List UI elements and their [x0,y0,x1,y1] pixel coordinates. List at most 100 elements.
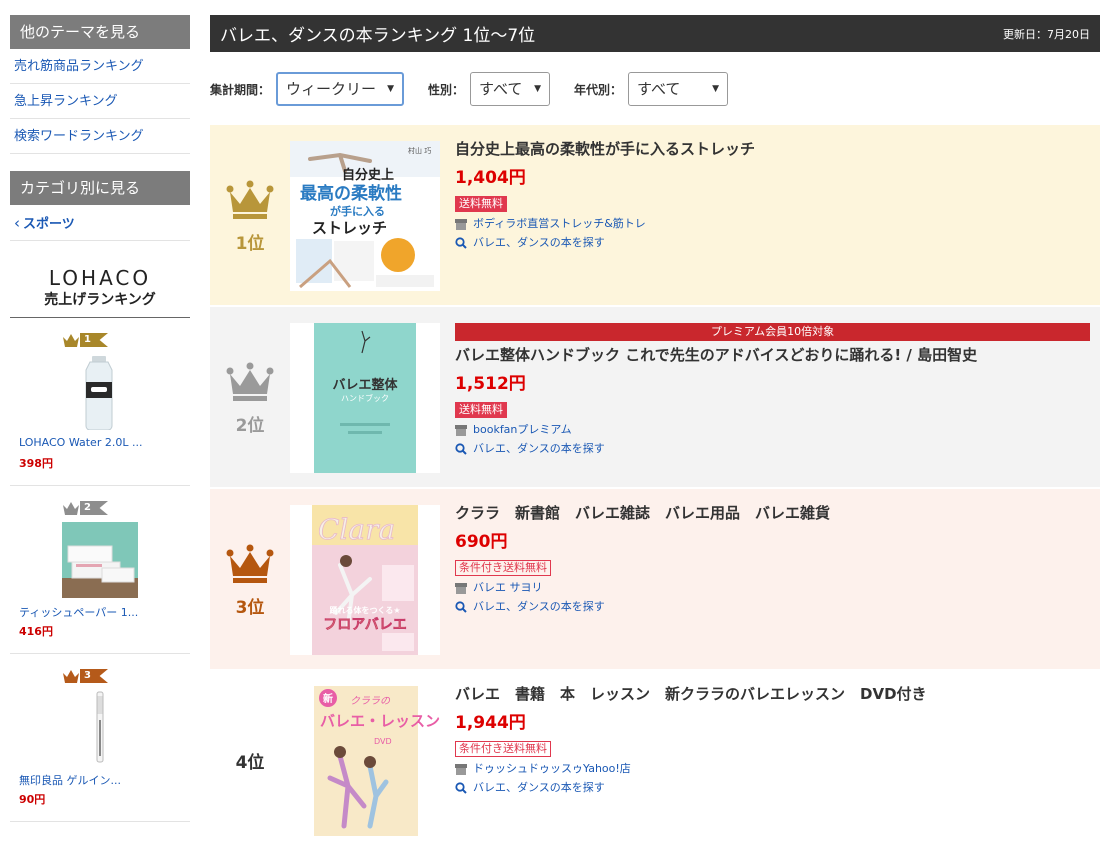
cover-title: バレエ整体 [332,377,398,393]
conditional-free-shipping-badge: 条件付き送料無料 [455,560,551,576]
crown-icon [63,502,79,515]
cover-line1: 自分史上 [342,167,394,183]
cover-caption: 踊れる体をつくる★ [329,605,400,615]
theme-heading: 他のテーマを見る [10,15,190,49]
store-icon [455,218,467,230]
store-link[interactable]: バレエ サヨリ [473,581,543,595]
dropdown-arrow-icon: ▼ [712,84,720,94]
premium-banner: プレミアム会員10倍対象 [455,323,1090,341]
lohaco-item-name[interactable]: ティッシュペーパー 1... [19,604,138,620]
age-select[interactable]: すべて ▼ [628,72,729,106]
main-content: バレエ、ダンスの本ランキング 1位〜7位 更新日：7月20日 集計期間： ウィー… [210,15,1100,843]
product-image-tissue [62,522,138,598]
product-price: 690円 [455,532,508,552]
search-row[interactable]: バレエ、ダンスの本を探す [455,442,1090,456]
search-genre-link[interactable]: バレエ、ダンスの本を探す [473,781,605,795]
cover-author: 村山 巧 [408,146,431,155]
store-link[interactable]: bookfanプレミアム [473,423,572,437]
lohaco-ranking-header[interactable]: LOHACO 売上げランキング [10,241,190,318]
gender-select[interactable]: すべて ▼ [470,72,551,106]
crown-icon [226,180,274,219]
cover-line4: ストレッチ [312,219,387,237]
cover-logo: Clara [318,513,395,546]
store-icon [455,763,467,775]
item-info: クララ 新書館 バレエ雑誌 バレエ用品 バレエ雑貨 690円 条件付き送料無料 … [455,503,1090,614]
search-row[interactable]: バレエ、ダンスの本を探す [455,236,1090,250]
lohaco-item-price: 90円 [19,793,46,806]
cover-line2: 最高の柔軟性 [300,183,402,204]
product-name-link[interactable]: バレエ 書籍 本 レッスン 新クララのバレエレッスン DVD付き [455,684,1090,704]
product-price: 1,404円 [455,168,526,188]
search-icon [455,601,467,613]
chevron-left-icon: ‹ [14,213,20,232]
lohaco-item-price: 416円 [19,625,53,638]
book-cover-clara[interactable]: Clara 踊れる体をつくる★ フロアバレエ [290,505,440,655]
search-genre-link[interactable]: バレエ、ダンスの本を探す [473,236,605,250]
product-name-link[interactable]: バレエ整体ハンドブック これで先生のアドバイスどおりに踊れる! / 島田智史 [455,345,1090,365]
rank-column: 1位 [210,125,290,305]
rank-column: 3位 [210,489,290,669]
lohaco-item-price: 398円 [19,457,53,470]
search-genre-link[interactable]: バレエ、ダンスの本を探す [473,442,605,456]
lohaco-item[interactable]: 3 無印良品 ゲルイン... 90円 [10,654,190,822]
lohaco-item[interactable]: 1 LOHACO Water 2.0L ... 398円 [10,318,190,486]
category-heading: カテゴリ別に見る [10,171,190,205]
page-title: バレエ、ダンスの本ランキング 1位〜7位 [220,26,536,46]
product-image-water [85,356,113,430]
link-rising-ranking[interactable]: 急上昇ランキング [10,84,190,119]
period-label: 集計期間： [210,82,271,97]
gender-select-value: すべて [479,80,523,98]
rank-number: 3 [80,669,108,683]
store-row[interactable]: バレエ サヨリ [455,581,1090,595]
search-icon [455,237,467,249]
lohaco-item-name[interactable]: LOHACO Water 2.0L ... [19,436,142,449]
store-icon [455,424,467,436]
item-info: 自分史上最高の柔軟性が手に入るストレッチ 1,404円 送料無料 ボディラボ直営… [455,139,1090,250]
age-select-value: すべて [637,80,681,98]
rank-badge: 1 [62,332,108,348]
cover-title2: バレエ・レッスン [320,712,440,730]
lohaco-item-name[interactable]: 無印良品 ゲルイン... [19,772,121,788]
lohaco-subtitle: 売上げランキング [44,292,156,308]
book-cover-stretch[interactable]: 村山 巧 自分史上 最高の柔軟性 が手に入る ストレッチ [290,141,440,291]
store-row[interactable]: ドゥッシュドゥッスゥYahoo!店 [455,762,1090,776]
search-row[interactable]: バレエ、ダンスの本を探す [455,600,1090,614]
rank-label: 2位 [235,416,265,436]
product-name-link[interactable]: クララ 新書館 バレエ雑誌 バレエ用品 バレエ雑貨 [455,503,1090,523]
rank-column: 2位 [210,307,290,487]
product-price: 1,512円 [455,374,526,394]
product-name-link[interactable]: 自分史上最高の柔軟性が手に入るストレッチ [455,139,1090,159]
lohaco-item[interactable]: 2 ティッシュペーパー 1... 416円 [10,486,190,654]
product-image-gel-pen [96,691,104,763]
lohaco-logo: LOHACO [48,266,152,290]
free-shipping-badge: 送料無料 [455,196,507,212]
dropdown-arrow-icon: ▼ [534,84,542,94]
book-cover-new-clara-lesson[interactable]: 新 クララの バレエ・レッスン DVD [290,686,440,836]
category-back-label: スポーツ [23,217,75,232]
ranking-item: 2位 バレエ整体 ハンドブック プレミアム会員10倍対象 バレエ整体ハンドブック… [210,307,1100,487]
ranking-item: 1位 村山 巧 自分史上 最高の柔軟性 が手に入る ストレッチ 自分史上最高の柔… [210,125,1100,305]
search-genre-link[interactable]: バレエ、ダンスの本を探す [473,600,605,614]
product-price: 1,944円 [455,713,526,733]
item-info: プレミアム会員10倍対象 バレエ整体ハンドブック これで先生のアドバイスどおりに… [455,323,1090,456]
rank-badge: 3 [62,668,108,684]
cover-line3: が手に入る [330,204,385,218]
gender-label: 性別： [428,82,465,97]
store-link[interactable]: ドゥッシュドゥッスゥYahoo!店 [473,762,631,776]
category-back-link[interactable]: ‹ スポーツ [10,205,190,241]
period-select[interactable]: ウィークリー ▼ [276,72,405,106]
conditional-free-shipping-badge: 条件付き送料無料 [455,741,551,757]
book-cover-ballet-seitai[interactable]: バレエ整体 ハンドブック [290,323,440,473]
rank-number: 1 [80,333,108,347]
store-row[interactable]: ボディラボ直営ストレッチ&筋トレ [455,217,1090,231]
search-row[interactable]: バレエ、ダンスの本を探す [455,781,1090,795]
link-best-sellers[interactable]: 売れ筋商品ランキング [10,49,190,84]
rank-label: 1位 [235,234,265,254]
cover-headline: フロアバレエ [323,617,406,633]
link-search-word-ranking[interactable]: 検索ワードランキング [10,119,190,154]
store-row[interactable]: bookfanプレミアム [455,423,1090,437]
cover-title: クララの [350,695,391,707]
crown-icon [63,334,79,347]
store-link[interactable]: ボディラボ直営ストレッチ&筋トレ [473,217,646,231]
crown-icon [63,670,79,683]
